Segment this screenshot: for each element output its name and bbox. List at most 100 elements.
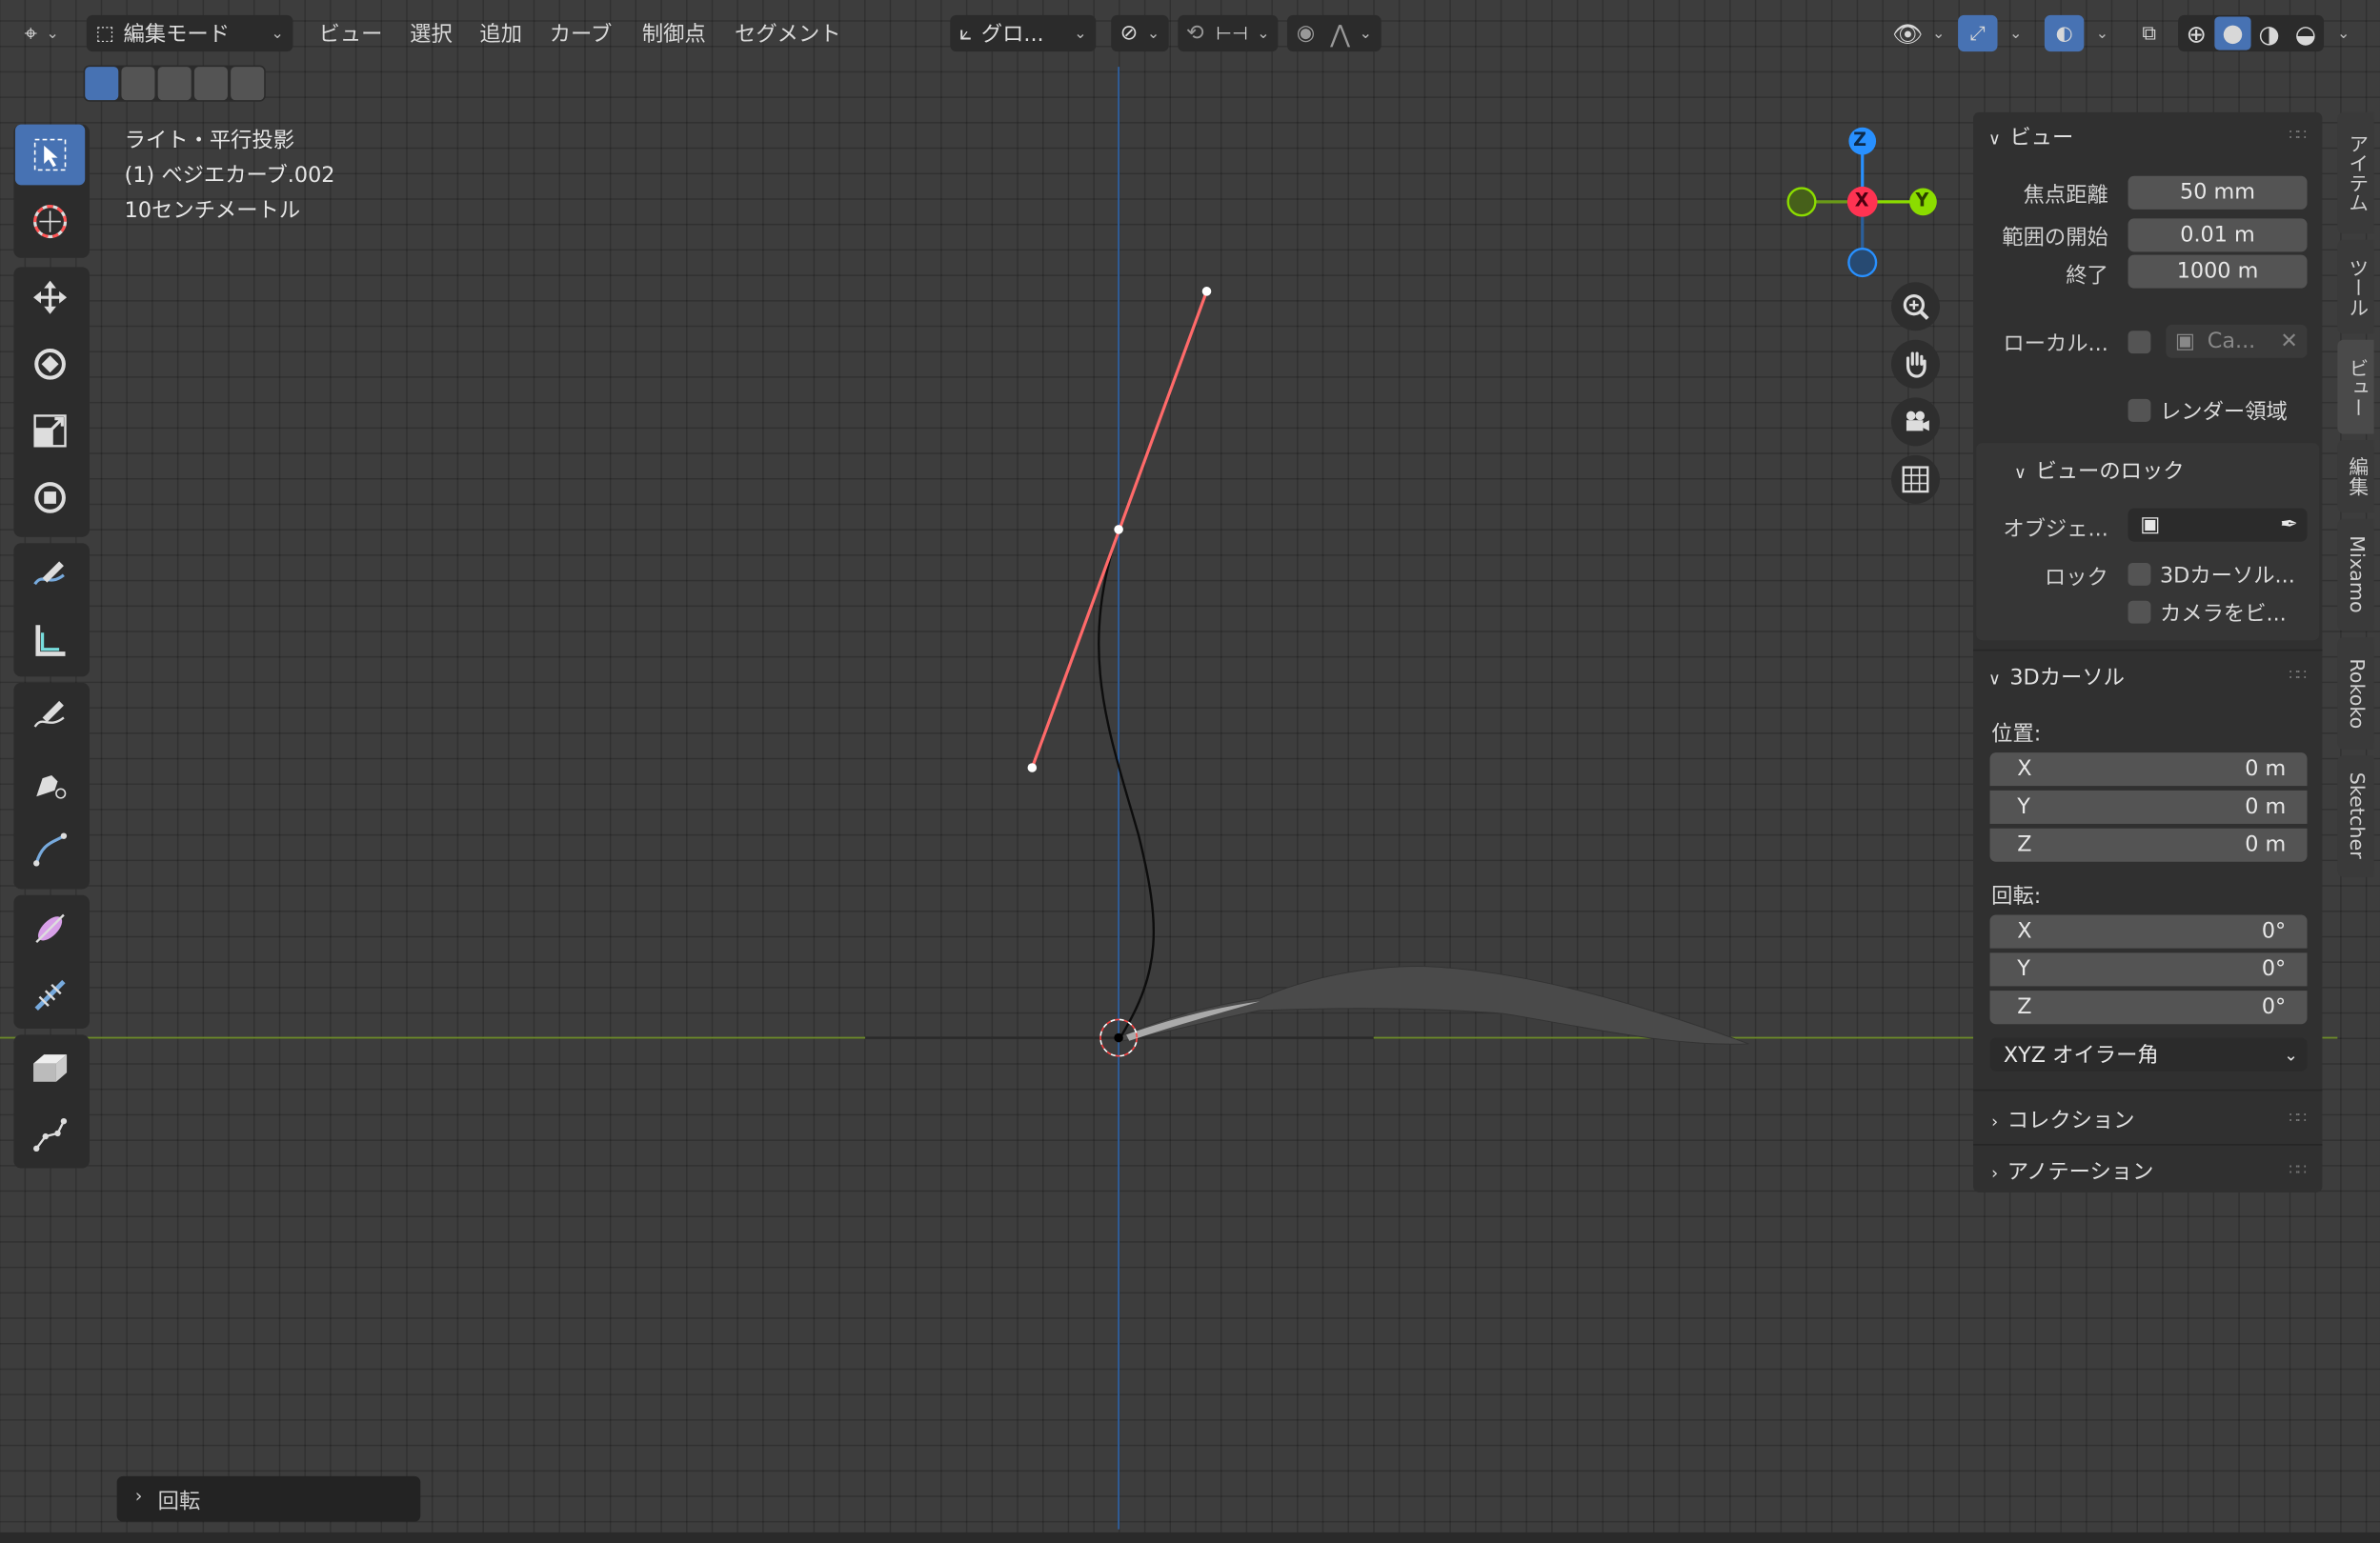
menu-segments[interactable]: セグメント <box>735 18 841 49</box>
transform-pivot-icon[interactable]: ⊘ ⌄ <box>1111 14 1169 52</box>
shading-solid-icon[interactable]: ● <box>2214 16 2251 50</box>
annotation-section-header[interactable]: › アノテーション <box>1991 1156 2153 1187</box>
lock-object-field[interactable]: ▣ ✒ <box>2128 508 2308 542</box>
proportional-edit-icon[interactable]: ◉ ⋀ ⌄ <box>1286 14 1382 52</box>
camera-view-icon[interactable] <box>1891 397 1940 447</box>
select-subtract-icon[interactable] <box>157 67 192 101</box>
tab-edit[interactable]: 編集 <box>2337 439 2374 513</box>
divider <box>1973 649 2323 651</box>
last-operator-panel[interactable]: › 回転 <box>116 1475 421 1522</box>
gizmo-z-label[interactable]: Z <box>1853 129 1866 150</box>
drag-handle-icon[interactable]: ∷∷ <box>2289 128 2307 145</box>
curve-pen-icon[interactable] <box>15 819 85 880</box>
overlay-icon[interactable]: ◐ <box>2044 14 2085 52</box>
control-point <box>1114 525 1123 534</box>
tab-tool[interactable]: ツール <box>2337 239 2374 334</box>
tab-view[interactable]: ビュー <box>2337 339 2374 434</box>
measure-icon[interactable] <box>15 610 85 671</box>
pan-hand-icon[interactable] <box>1891 339 1940 389</box>
zoom-icon[interactable] <box>1891 282 1940 331</box>
gizmo-y-label[interactable]: Y <box>1915 190 1928 210</box>
xray-icon[interactable]: ⧉ <box>2131 15 2168 51</box>
eyedropper-icon[interactable]: ✒ <box>2280 512 2298 536</box>
tab-rokoko[interactable]: Rokoko <box>2337 637 2374 750</box>
gizmo-x-label[interactable]: X <box>1855 190 1869 210</box>
location-label: 位置: <box>1991 722 2042 747</box>
grid-scale: 10センチメートル <box>124 198 301 224</box>
cursor-location-y[interactable]: Y0 m <box>1989 790 2308 824</box>
view-section-header[interactable]: ∨ ビュー <box>1988 121 2073 151</box>
chevron-down-icon: ∨ <box>1987 129 2001 150</box>
focal-length-field[interactable]: 50 mm <box>2128 175 2308 210</box>
move-icon[interactable] <box>15 267 85 328</box>
camera-object-icon: ▣ <box>2174 329 2195 354</box>
transform-orientation-dropdown[interactable]: ⟀ グロ... ⌄ <box>950 14 1097 52</box>
menu-select[interactable]: 選択 <box>410 18 453 49</box>
cursor-rotation-x[interactable]: X 0° <box>1989 914 2308 949</box>
tab-mixamo[interactable]: Mixamo <box>2337 518 2374 631</box>
lock-label: ロック <box>2044 566 2108 591</box>
extrude-icon[interactable] <box>15 1038 85 1099</box>
editor-type-button[interactable]: ⌖ ⌄ <box>15 15 73 51</box>
transform-icon[interactable] <box>15 468 85 529</box>
lock-cursor-checkbox[interactable] <box>2128 562 2151 586</box>
rotation-mode-dropdown[interactable]: XYZ オイラー角 ⌄ <box>1989 1037 2308 1072</box>
view-lock-header[interactable]: ∨ ビューのロック <box>2014 455 2185 486</box>
radius-icon[interactable] <box>15 898 85 959</box>
chevron-down-icon: ∨ <box>1987 669 2001 690</box>
gizmo-dropdown[interactable]: ⌄ <box>2001 15 2031 51</box>
cursor-icon[interactable] <box>15 191 85 252</box>
cursor-section-header[interactable]: ∨ 3Dカーソル <box>1988 662 2125 692</box>
gizmo-icon[interactable]: ⤢ <box>1958 14 1998 52</box>
edit-mode-icon: ⬚ <box>95 22 114 45</box>
cursor-location-x[interactable]: X0 m <box>1989 752 2308 787</box>
lock-camera-checkbox[interactable] <box>2128 600 2151 624</box>
cursor-location-z[interactable]: Z0 m <box>1989 828 2308 862</box>
clip-end-field[interactable]: 1000 m <box>2128 254 2308 289</box>
rotate-icon[interactable] <box>15 333 85 394</box>
select-box-icon[interactable] <box>14 124 86 186</box>
render-region-checkbox[interactable] <box>2128 398 2151 422</box>
object-icon: ▣ <box>2140 512 2161 537</box>
scale-icon[interactable] <box>15 401 85 462</box>
operator-label: 回転 <box>157 1490 201 1514</box>
clip-start-field[interactable]: 0.01 m <box>2128 218 2308 252</box>
tab-sketcher[interactable]: Sketcher <box>2337 755 2374 877</box>
menu-control-points[interactable]: 制御点 <box>642 18 706 49</box>
annotate-icon[interactable] <box>15 543 85 604</box>
randomize-icon[interactable] <box>15 1105 85 1166</box>
shading-material-icon[interactable]: ◑ <box>2251 19 2288 48</box>
close-icon[interactable]: ✕ <box>2280 330 2298 353</box>
local-camera-field[interactable]: ▣ Ca... ✕ <box>2166 324 2308 358</box>
select-intersect-icon[interactable] <box>231 67 265 101</box>
select-new-icon[interactable] <box>85 67 119 101</box>
tab-item[interactable]: アイテム <box>2337 111 2374 234</box>
menu-curve[interactable]: カーブ <box>550 18 613 49</box>
cursor-rotation-y[interactable]: Y 0° <box>1989 952 2308 987</box>
local-camera-checkbox[interactable] <box>2128 331 2151 354</box>
draw-icon[interactable] <box>15 686 85 747</box>
drag-handle-icon[interactable]: ∷∷ <box>2289 668 2307 685</box>
view-name: ライト・平行投影 <box>124 129 295 153</box>
cursor-rotation-z[interactable]: Z 0° <box>1989 991 2308 1025</box>
overlay-dropdown[interactable]: ⌄ <box>2088 15 2118 51</box>
orientation-label: グロ... <box>980 22 1044 48</box>
snap-icon[interactable]: ⟲ ⊢⊣ ⌄ <box>1178 14 1279 52</box>
mode-dropdown[interactable]: ⬚ 編集モード ⌄ <box>86 14 293 52</box>
menu-add[interactable]: 追加 <box>479 18 522 49</box>
shading-wireframe-icon[interactable]: ⊕ <box>2178 19 2214 48</box>
pen-icon[interactable] <box>15 752 85 813</box>
tilt-icon[interactable] <box>15 965 85 1026</box>
lock-object-label: オブジェ... <box>2003 517 2108 542</box>
shading-rendered-icon[interactable]: ◒ <box>2288 19 2324 48</box>
collection-section-header[interactable]: › コレクション <box>1991 1105 2134 1135</box>
ortho-grid-icon[interactable] <box>1891 454 1940 504</box>
drag-handle-icon[interactable]: ∷∷ <box>2289 1111 2307 1128</box>
select-invert-icon[interactable] <box>193 67 228 101</box>
handle-point-bottom <box>1027 763 1038 772</box>
shading-dropdown[interactable]: ⌄ <box>2329 15 2359 51</box>
visibility-icon[interactable]: 👁 ⌄ <box>1888 15 1949 51</box>
drag-handle-icon[interactable]: ∷∷ <box>2289 1162 2307 1179</box>
menu-view[interactable]: ビュー <box>319 18 383 49</box>
select-extend-icon[interactable] <box>121 67 155 101</box>
